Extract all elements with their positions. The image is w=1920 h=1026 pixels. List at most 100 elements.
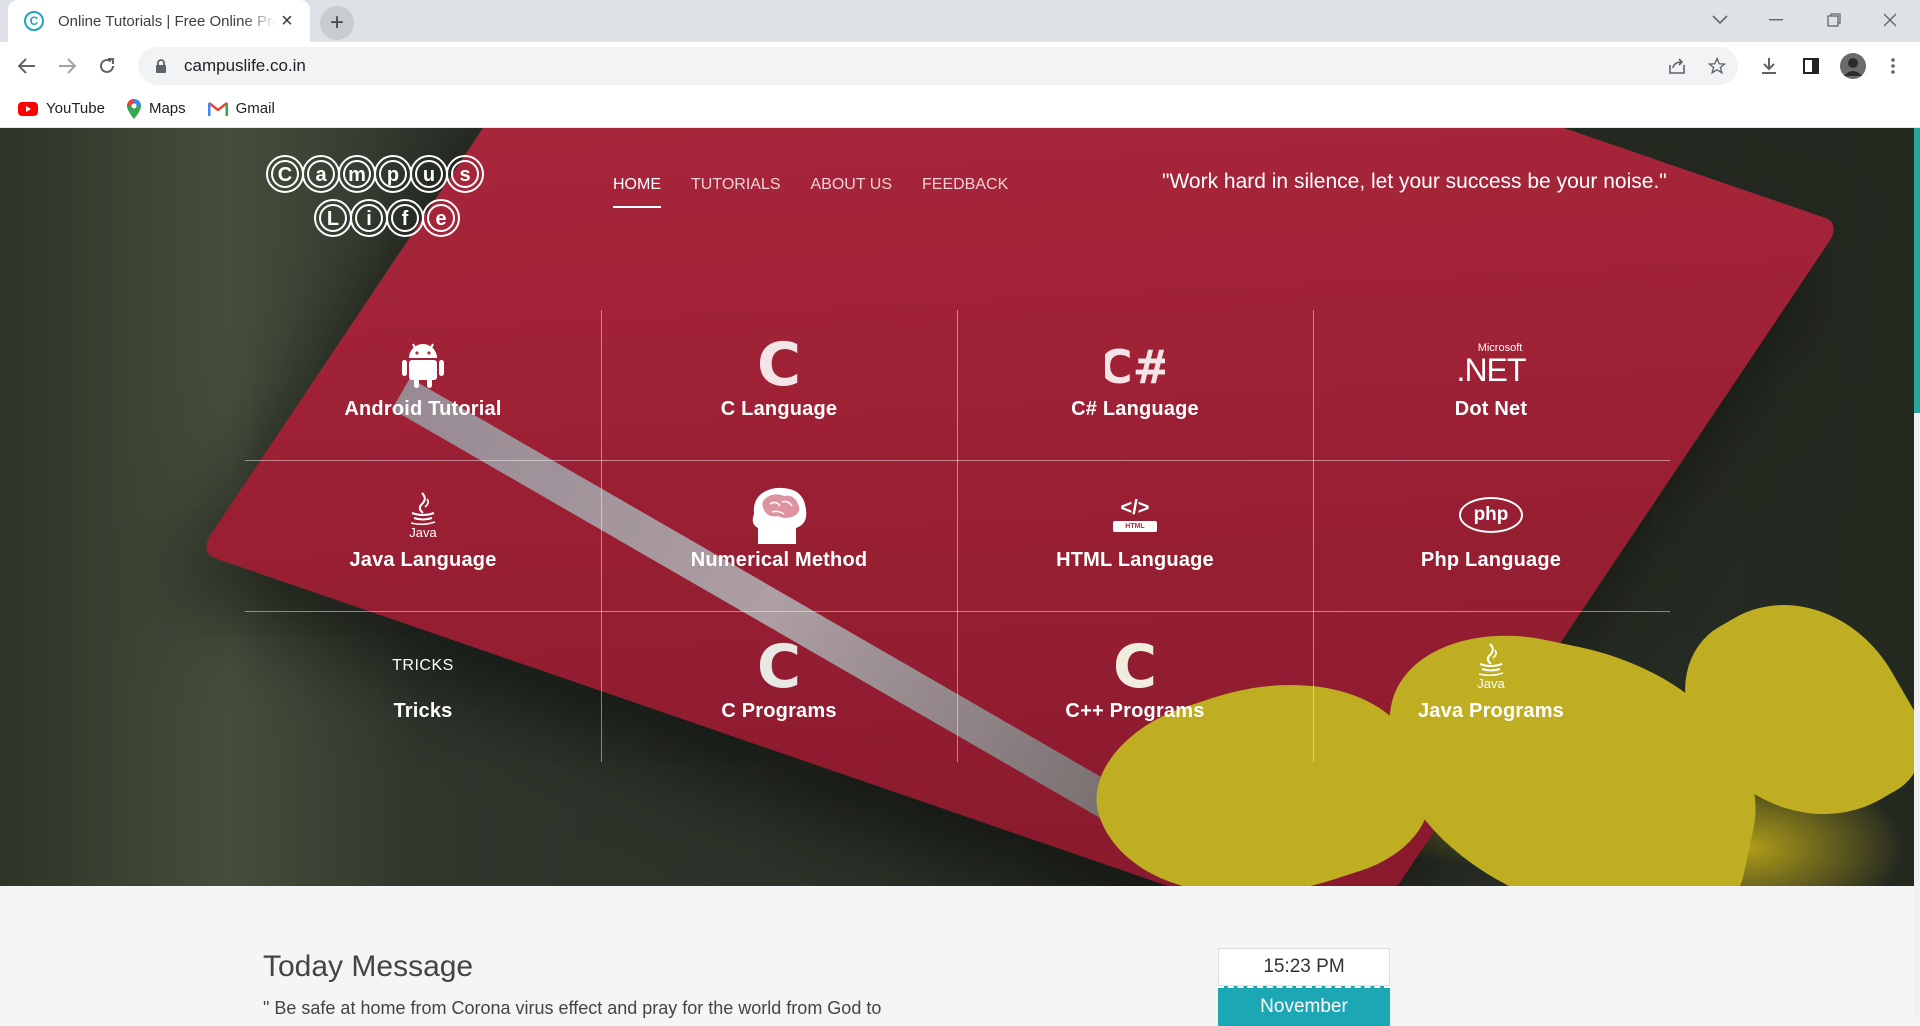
bookmark-gmail[interactable]: Gmail xyxy=(207,100,275,117)
site-logo[interactable]: Cam p u s Li f e xyxy=(265,150,510,245)
svg-text:f: f xyxy=(402,208,409,230)
tile-html-language[interactable]: </> HTML HTML Language xyxy=(957,461,1313,612)
tab-strip: C Online Tutorials | Free Online Program… xyxy=(0,0,1920,42)
svg-text:e: e xyxy=(435,208,446,230)
browser-toolbar: campuslife.co.in xyxy=(0,42,1920,90)
svg-text:u: u xyxy=(423,164,435,186)
nav-about-us[interactable]: ABOUT US xyxy=(811,176,893,208)
dotnet-icon: Microsoft .NET xyxy=(1441,334,1541,394)
address-bar[interactable]: campuslife.co.in xyxy=(138,47,1738,85)
tile-label: Dot Net xyxy=(1454,398,1528,420)
php-icon: php xyxy=(1441,485,1541,545)
bookmarks-bar: YouTube Maps Gmail xyxy=(0,90,1920,128)
tile-tricks[interactable]: TRICKS Tricks xyxy=(245,612,601,763)
main-nav: HOME TUTORIALS ABOUT US FEEDBACK xyxy=(613,176,1038,208)
svg-text:m: m xyxy=(348,164,366,186)
tile-java-programs[interactable]: Java Java Programs xyxy=(1313,612,1669,763)
tile-java-language[interactable]: Java Java Language xyxy=(245,461,601,612)
tile-label: Numerical Method xyxy=(690,549,868,571)
tutorial-grid: Android Tutorial C C Language C# C# Lang… xyxy=(245,310,1670,762)
tile-label: Java Programs xyxy=(1417,700,1565,722)
tile-label: HTML Language xyxy=(1056,549,1214,571)
tile-c-programs[interactable]: C C Programs xyxy=(601,612,957,763)
today-message-text: " Be safe at home from Corona virus effe… xyxy=(263,998,882,1018)
java-icon: Java xyxy=(1441,636,1541,696)
dotnet-icon-text: .NET xyxy=(1456,352,1527,388)
header-quote: "Work hard in silence, let your success … xyxy=(1162,170,1667,193)
svg-text:C: C xyxy=(1113,639,1157,693)
java-icon-text: Java xyxy=(1477,675,1505,691)
tab-search-chevron-icon[interactable] xyxy=(1692,0,1748,40)
calendar-month: November xyxy=(1218,986,1390,1026)
profile-avatar[interactable] xyxy=(1836,49,1870,83)
c-letter-icon: C xyxy=(729,334,829,394)
share-icon[interactable] xyxy=(1660,47,1694,85)
download-icon[interactable] xyxy=(1752,49,1786,83)
forward-arrow-icon[interactable] xyxy=(50,49,84,83)
tab-title: Online Tutorials | Free Online Programmi… xyxy=(58,12,276,30)
back-arrow-icon[interactable] xyxy=(10,49,44,83)
tile-label: Tricks xyxy=(393,700,453,722)
new-tab-button[interactable]: + xyxy=(320,6,354,40)
tile-php-language[interactable]: php Php Language xyxy=(1313,461,1669,612)
tile-numerical-method[interactable]: Numerical Method xyxy=(601,461,957,612)
svg-text:i: i xyxy=(366,208,372,230)
tile-label: C Language xyxy=(720,398,838,420)
c-letter-icon: C xyxy=(1085,636,1185,696)
today-message-title: Today Message xyxy=(263,950,474,983)
svg-text:C#: C# xyxy=(1105,340,1165,389)
svg-text:L: L xyxy=(327,208,339,230)
tile-label: C# Language xyxy=(1071,398,1199,420)
tile-c-language[interactable]: C C Language xyxy=(601,310,957,461)
tile-csharp-language[interactable]: C# C# Language xyxy=(957,310,1313,461)
restore-button[interactable] xyxy=(1806,0,1862,40)
tile-label: Java Language xyxy=(349,549,497,571)
nav-feedback[interactable]: FEEDBACK xyxy=(922,176,1008,208)
tile-dot-net[interactable]: Microsoft .NET Dot Net xyxy=(1313,310,1669,461)
browser-tab[interactable]: C Online Tutorials | Free Online Program… xyxy=(8,0,310,42)
android-icon xyxy=(373,334,473,394)
reload-icon[interactable] xyxy=(90,49,124,83)
svg-text:s: s xyxy=(459,164,470,186)
bookmark-star-icon[interactable] xyxy=(1700,47,1734,85)
close-window-button[interactable] xyxy=(1862,0,1918,40)
page-scrollbar[interactable] xyxy=(1914,128,1920,1017)
url-text: campuslife.co.in xyxy=(184,56,306,75)
tile-android-tutorial[interactable]: Android Tutorial xyxy=(245,310,601,461)
bookmark-label: Maps xyxy=(148,100,186,117)
bookmark-maps[interactable]: Maps xyxy=(126,98,186,119)
svg-text:C: C xyxy=(757,639,801,693)
svg-text:C: C xyxy=(757,337,801,391)
tricks-icon: TRICKS xyxy=(373,636,473,696)
html-icon: </> HTML xyxy=(1085,485,1185,545)
svg-text:a: a xyxy=(315,164,327,186)
tile-label: Php Language xyxy=(1420,549,1562,571)
c-letter-icon: C xyxy=(729,636,829,696)
tile-label: C++ Programs xyxy=(1065,700,1205,722)
svg-text:p: p xyxy=(387,164,399,186)
tile-label: Android Tutorial xyxy=(344,398,502,420)
php-icon-text: php xyxy=(1458,497,1524,533)
java-icon-text: Java xyxy=(409,524,437,540)
tab-close-icon[interactable]: × xyxy=(276,11,298,31)
side-panel-icon[interactable] xyxy=(1794,49,1828,83)
svg-text:C: C xyxy=(278,164,292,186)
nav-home[interactable]: HOME xyxy=(613,176,661,208)
tile-cpp-programs[interactable]: C C++ Programs xyxy=(957,612,1313,763)
nav-tutorials[interactable]: TUTORIALS xyxy=(691,176,781,208)
csharp-icon: C# xyxy=(1085,334,1185,394)
tile-label: C Programs xyxy=(721,700,837,722)
lock-icon[interactable] xyxy=(152,57,170,75)
minimize-button[interactable] xyxy=(1748,0,1804,40)
youtube-icon xyxy=(18,101,38,116)
clock-widget: 15:23 PM xyxy=(1218,948,1390,986)
site-favicon-icon: C xyxy=(24,11,44,31)
scrollbar-thumb[interactable] xyxy=(1914,128,1920,413)
bookmark-youtube[interactable]: YouTube xyxy=(18,100,105,117)
gmail-icon xyxy=(207,101,228,116)
maps-icon xyxy=(126,98,141,119)
bookmark-label: Gmail xyxy=(235,100,275,117)
browser-menu-icon[interactable] xyxy=(1876,49,1910,83)
brain-head-icon xyxy=(729,485,829,545)
html-icon-tag: </> xyxy=(1120,497,1150,519)
